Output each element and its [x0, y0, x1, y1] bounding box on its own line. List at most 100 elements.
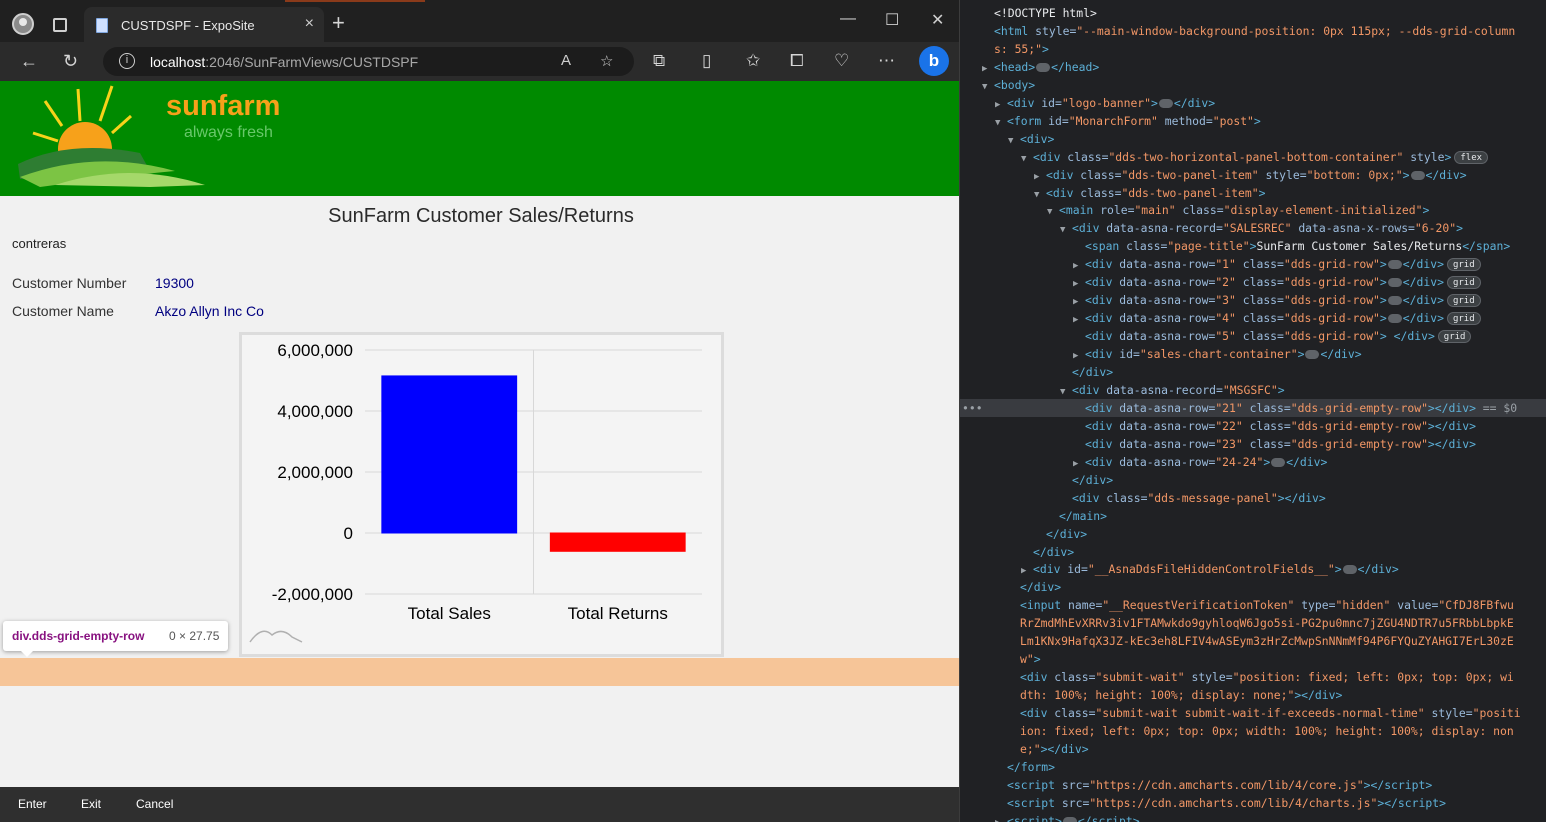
dom-tree-node[interactable]: e;"></div>	[960, 740, 1546, 758]
bing-copilot-icon[interactable]: b	[919, 46, 949, 76]
dom-tree-node[interactable]: <input name="__RequestVerificationToken"…	[960, 596, 1546, 614]
dom-tree-node[interactable]: ▶ <div id="sales-chart-container"> </div>	[960, 345, 1546, 363]
tab-loading-indicator	[285, 0, 425, 2]
dom-tree-node[interactable]: ▶ <div id="__AsnaDdsFileHiddenControlFiel…	[960, 560, 1546, 578]
dom-tree-node[interactable]: ▼ <body>	[960, 76, 1546, 94]
dom-tree-node[interactable]: <div class="submit-wait submit-wait-if-e…	[960, 704, 1546, 722]
url-text[interactable]: localhost:2046/SunFarmViews/CUSTDSPF	[150, 54, 418, 70]
dom-tree-node[interactable]: </form>	[960, 758, 1546, 776]
minimize-icon[interactable]: —	[840, 10, 856, 28]
refresh-icon[interactable]: ↻	[63, 51, 78, 71]
dom-tree-node[interactable]: s: 55;">	[960, 40, 1546, 58]
dom-token: class=	[1242, 418, 1291, 433]
selected-node-marker: == $0	[1475, 400, 1518, 415]
dom-tree-node[interactable]: ▼ <div class="dds-two-horizontal-panel-bo…	[960, 148, 1546, 166]
tab-actions-icon[interactable]	[53, 18, 67, 32]
layout-badge[interactable]: grid	[1446, 276, 1481, 290]
back-icon[interactable]: ←	[20, 51, 38, 71]
browser-tab[interactable]: CUSTDSPF - ExpoSite ×	[84, 7, 324, 42]
new-tab-icon[interactable]: +	[332, 12, 345, 34]
exit-key-button[interactable]: Exit	[81, 797, 101, 811]
extensions-icon[interactable]: ⧉	[653, 51, 665, 71]
collapsed-ellipsis-icon[interactable]	[1158, 98, 1173, 108]
dom-tree-node[interactable]: <html style="--main-window-background-po…	[960, 22, 1546, 40]
dom-tree-node[interactable]: <script src="https://cdn.amcharts.com/li…	[960, 794, 1546, 812]
layout-badge[interactable]: grid	[1437, 330, 1472, 344]
dom-tree-node[interactable]: ▼ <div class="dds-two-panel-item">	[960, 184, 1546, 202]
maximize-icon[interactable]: ☐	[885, 10, 899, 30]
dom-tree-node[interactable]: ▶ <div id="logo-banner"> </div>	[960, 94, 1546, 112]
dom-token: "21"	[1215, 400, 1243, 415]
dom-token: >	[1437, 293, 1444, 308]
profile-avatar-icon[interactable]	[12, 13, 34, 35]
dom-tree-node[interactable]: ▼ <div data-asna-record="MSGSFC">	[960, 381, 1546, 399]
dom-tree-node[interactable]: <div class="submit-wait" style="position…	[960, 668, 1546, 686]
dom-tree-node[interactable]: Lm1KNx9HafqX3JZ-kEc3eh8LFIV4wASEym3zHrZc…	[960, 632, 1546, 650]
site-info-icon[interactable]: i	[119, 53, 135, 69]
collapsed-ellipsis-icon[interactable]	[1062, 816, 1077, 822]
collapsed-ellipsis-icon[interactable]	[1271, 457, 1286, 467]
page-favicon-icon	[96, 18, 108, 33]
dom-tree-node[interactable]: </main>	[960, 507, 1546, 525]
dom-tree-node[interactable]: ▶ <div data-asna-row="24-24"> </div>	[960, 453, 1546, 471]
dom-tree-node[interactable]: <!DOCTYPE html>	[960, 4, 1546, 22]
dom-tree-node[interactable]: </div>	[960, 543, 1546, 561]
dom-token: script	[1397, 795, 1440, 810]
dom-tree-node[interactable]: ▶ <div data-asna-row="4" class="dds-grid-…	[960, 309, 1546, 327]
dom-tree-node[interactable]: ▶ <div data-asna-row="3" class="dds-grid-…	[960, 291, 1546, 309]
window-close-icon[interactable]: ✕	[931, 10, 944, 30]
dom-tree-node[interactable]: <script src="https://cdn.amcharts.com/li…	[960, 776, 1546, 794]
enter-key-button[interactable]: Enter	[18, 797, 47, 811]
dom-tree-node[interactable]: ▶ <div class="dds-two-panel-item" style="…	[960, 166, 1546, 184]
collapsed-ellipsis-icon[interactable]	[1387, 278, 1402, 288]
dom-tree-node[interactable]: </div>	[960, 525, 1546, 543]
collapsed-ellipsis-icon[interactable]	[1387, 314, 1402, 324]
dom-tree-node[interactable]: ▼ <main role="main" class="display-elemen…	[960, 201, 1546, 219]
node-actions-icon[interactable]: •••	[962, 399, 983, 417]
dom-tree-node[interactable]: <div data-asna-row="23" class="dds-grid-…	[960, 435, 1546, 453]
dom-tree-node[interactable]: dth: 100%; height: 100%; display: none;"…	[960, 686, 1546, 704]
dom-token: >	[1437, 275, 1444, 290]
collapsed-ellipsis-icon[interactable]	[1410, 170, 1425, 180]
layout-badge[interactable]: grid	[1446, 258, 1481, 272]
dom-tree-node[interactable]: </div>	[960, 363, 1546, 381]
collapsed-ellipsis-icon[interactable]	[1342, 565, 1357, 575]
dom-tree-node[interactable]: ▶ <div data-asna-row="1" class="dds-grid-…	[960, 255, 1546, 273]
favorites-icon[interactable]: ✩	[746, 51, 760, 71]
dom-tree-node[interactable]: <span class="page-title">SunFarm Custome…	[960, 237, 1546, 255]
dom-tree-node[interactable]: </div>	[960, 471, 1546, 489]
dom-tree-node[interactable]: ▶ <head> </head>	[960, 58, 1546, 76]
dom-tree-node[interactable]: ion: fixed; left: 0px; top: 0px; width: …	[960, 722, 1546, 740]
dom-tree-node[interactable]: <div class="dds-message-panel"></div>	[960, 489, 1546, 507]
collapsed-ellipsis-icon[interactable]	[1387, 260, 1402, 270]
dom-tree-node[interactable]: ▼ <div>	[960, 130, 1546, 148]
dom-tree-node[interactable]: <div data-asna-row="22" class="dds-grid-…	[960, 417, 1546, 435]
read-aloud-icon[interactable]: A	[561, 52, 571, 69]
dom-token: >	[1354, 347, 1362, 362]
dom-tree-node[interactable]: ▼ <div data-asna-record="SALESREC" data-a…	[960, 219, 1546, 237]
expand-arrow-icon[interactable]: ▶	[995, 814, 1007, 822]
dom-tree-node[interactable]: <div data-asna-row="5" class="dds-grid-r…	[960, 327, 1546, 345]
collapsed-ellipsis-icon[interactable]	[1036, 62, 1051, 72]
collections-icon[interactable]: ⧠	[790, 51, 804, 71]
dom-tree-node[interactable]: ▶ <div data-asna-row="2" class="dds-grid-…	[960, 273, 1546, 291]
dom-tree-node[interactable]: RrZmdMhEvXRRv3iv1FTAMwkdo9gyhloqW6Jgo5si…	[960, 614, 1546, 632]
favorite-star-icon[interactable]: ☆	[600, 52, 613, 70]
collapsed-ellipsis-icon[interactable]	[1387, 296, 1402, 306]
split-screen-icon[interactable]: ▯	[702, 51, 711, 71]
dom-tree-node[interactable]: ▼ <form id="MonarchForm" method="post">	[960, 112, 1546, 130]
dom-tree-node[interactable]: ▶<script></script>	[960, 812, 1546, 822]
layout-badge[interactable]: grid	[1446, 294, 1481, 308]
browser-essentials-icon[interactable]: ♡	[834, 51, 849, 71]
layout-badge[interactable]: grid	[1446, 312, 1481, 326]
dom-tree-node[interactable]: ••• <div data-asna-row="21" class="dds-gr…	[960, 398, 1546, 417]
tab-close-icon[interactable]: ×	[305, 15, 314, 33]
address-bar[interactable]: i localhost:2046/SunFarmViews/CUSTDSPF A…	[103, 47, 634, 76]
layout-badge[interactable]: flex	[1454, 150, 1489, 164]
collapsed-ellipsis-icon[interactable]	[1305, 350, 1320, 360]
cancel-key-button[interactable]: Cancel	[136, 797, 173, 811]
dom-tree-node[interactable]: w">	[960, 650, 1546, 668]
tab-title: CUSTDSPF - ExpoSite	[121, 18, 255, 33]
dom-tree-node[interactable]: </div>	[960, 578, 1546, 596]
more-menu-icon[interactable]: ⋯	[878, 51, 895, 71]
